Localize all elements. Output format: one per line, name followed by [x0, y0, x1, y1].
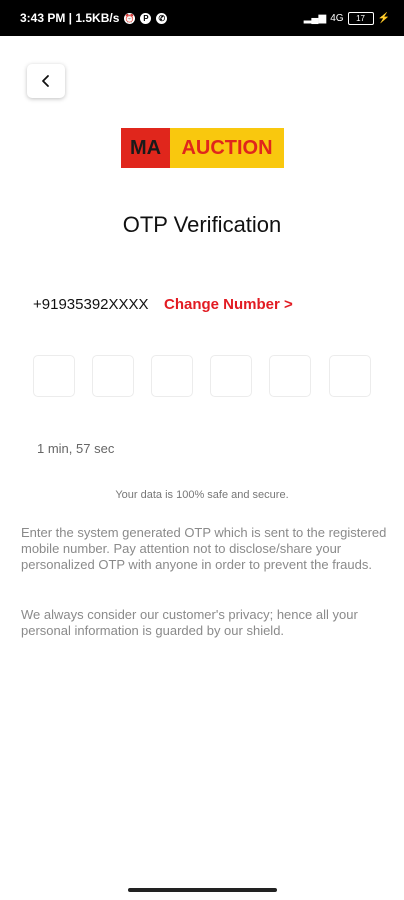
logo-right: AUCTION	[170, 128, 284, 168]
safe-note: Your data is 100% safe and secure.	[115, 489, 289, 501]
otp-timer: 1 min, 57 sec	[37, 441, 115, 456]
app-notification-icon: P	[140, 12, 152, 24]
otp-digit-1[interactable]	[33, 355, 75, 397]
home-indicator[interactable]	[128, 888, 277, 892]
otp-digit-4[interactable]	[210, 355, 252, 397]
chevron-left-icon	[42, 75, 49, 87]
change-number-link[interactable]: Change Number >	[164, 296, 293, 313]
status-time: 3:43 PM | 1.5KB/s	[20, 11, 120, 25]
signal-icon: ▂▄▆	[303, 12, 327, 24]
battery-level: 17	[356, 13, 365, 23]
otp-digit-5[interactable]	[269, 355, 311, 397]
whatsapp-icon: ✆	[156, 12, 168, 24]
charging-icon: ⚡	[377, 12, 390, 24]
alarm-icon: ⏰	[124, 12, 136, 24]
otp-digit-2[interactable]	[92, 355, 134, 397]
status-right: ▂▄▆ 4G 17 ⚡	[304, 0, 390, 36]
page-title: OTP Verification	[122, 212, 282, 237]
status-bar: 3:43 PM | 1.5KB/s ⏰ P ✆ ▂▄▆ 4G 17 ⚡	[0, 0, 404, 36]
battery-icon: 17	[347, 11, 374, 25]
privacy-paragraph: We always consider our customer's privac…	[21, 607, 358, 638]
ma-auction-logo: MA AUCTION	[121, 128, 284, 168]
status-left: 3:43 PM | 1.5KB/s ⏰ P ✆	[20, 0, 168, 36]
otp-info-paragraph: Enter the system generated OTP which is …	[21, 525, 387, 572]
otp-digit-3[interactable]	[151, 355, 193, 397]
back-button[interactable]	[27, 64, 65, 98]
logo-left: MA	[121, 128, 170, 168]
network-type: 4G	[330, 12, 344, 24]
otp-digit-6[interactable]	[329, 355, 371, 397]
phone-number: +91935392XXXX	[33, 296, 149, 313]
